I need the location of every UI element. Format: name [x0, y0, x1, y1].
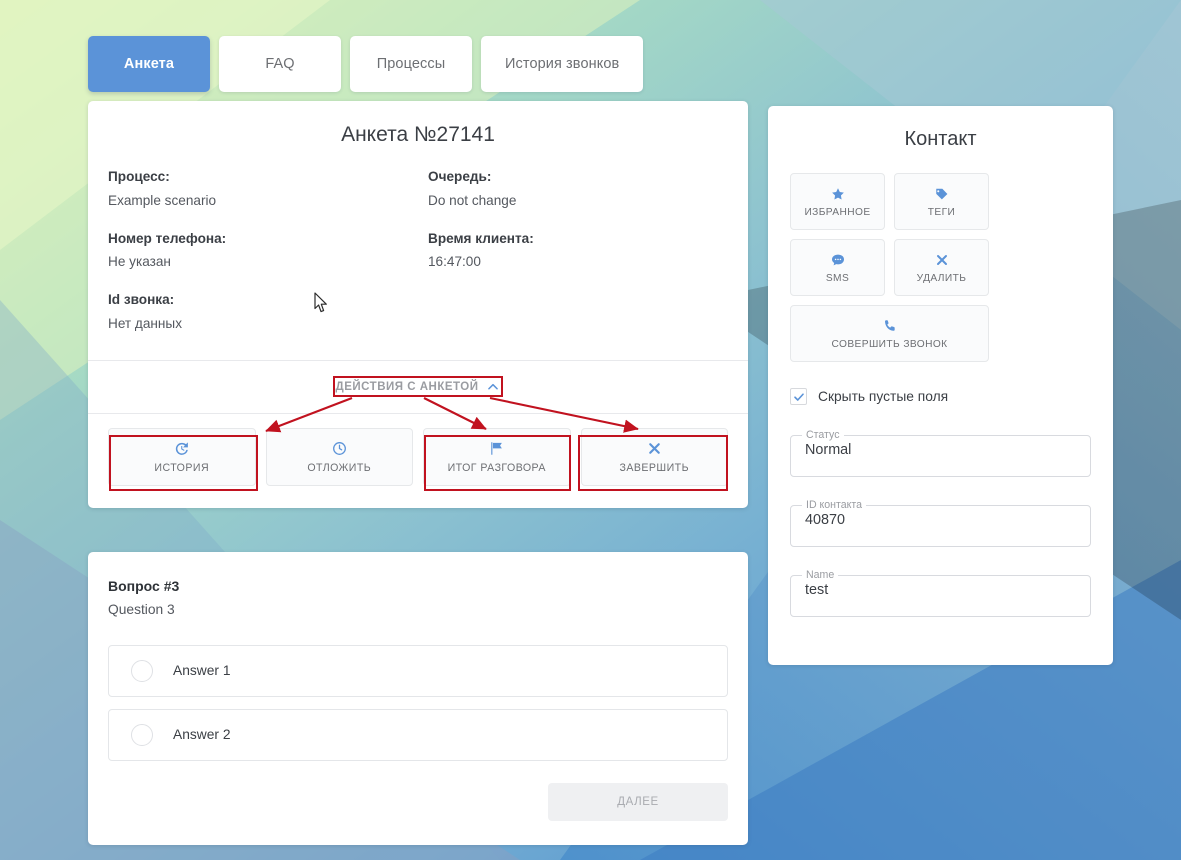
name-fieldset: Name	[790, 569, 1091, 617]
page-root: Анкета FAQ Процессы История звонков Анке…	[0, 0, 1181, 860]
annotation-box-history	[109, 435, 258, 491]
annotation-box-actions-toggle	[333, 376, 503, 397]
annotation-box-call-result	[424, 435, 571, 491]
contact-tags-label: ТЕГИ	[927, 206, 956, 218]
answer-option-1-label: Answer 1	[173, 663, 231, 679]
contact-favorite-button[interactable]: ИЗБРАННОЕ	[790, 173, 885, 230]
next-button[interactable]: ДАЛЕЕ	[548, 782, 728, 821]
info-label: Номер телефона:	[108, 230, 227, 246]
tab-anketa-label: Анкета	[123, 56, 175, 72]
contact-id-field[interactable]: ID контакта 40870	[790, 499, 1091, 547]
contact-tags-button[interactable]: ТЕГИ	[894, 173, 989, 230]
action-postpone-label: ОТЛОЖИТЬ	[307, 461, 372, 474]
tab-faq-label: FAQ	[265, 56, 295, 72]
page-title: Анкета №27141	[341, 123, 495, 146]
info-value: Не указан	[108, 254, 171, 270]
info-label: Время клиента:	[428, 230, 534, 246]
info-item-process: Процесс: Example scenario	[108, 165, 408, 213]
tab-bar: Анкета FAQ Процессы История звонков	[88, 36, 748, 92]
hide-empty-fields-checkbox[interactable]: Скрыть пустые поля	[790, 388, 1091, 405]
checkbox-check-icon	[790, 388, 807, 405]
answer-option-2-label: Answer 2	[173, 727, 231, 743]
tab-faq[interactable]: FAQ	[219, 36, 341, 92]
radio-icon[interactable]	[131, 723, 153, 746]
contact-make-call-label: СОВЕРШИТЬ ЗВОНОК	[831, 338, 948, 350]
contact-action-grid: ИЗБРАННОЕ ТЕГИ SMS УДАЛИТЬ СОВЕРШИТЬ ЗВО…	[790, 173, 1091, 362]
contact-card: Контакт ИЗБРАННОЕ ТЕГИ SMS УДАЛИТЬ СОВЕР…	[768, 106, 1113, 665]
annotation-box-finish	[578, 435, 728, 491]
question-card: Вопрос #3 Question 3 Answer 1 Answer 2 Д…	[88, 551, 748, 845]
contact-title: Контакт	[904, 128, 977, 150]
status-field[interactable]: Статус Normal	[790, 429, 1091, 477]
tab-processes-label: Процессы	[376, 56, 446, 72]
name-field-label: Name	[806, 569, 835, 581]
tag-icon	[934, 186, 950, 202]
contact-id-field-value: 40870	[805, 512, 846, 528]
info-item-phone: Номер телефона: Не указан	[108, 227, 408, 275]
action-postpone-button[interactable]: ОТЛОЖИТЬ	[265, 427, 413, 486]
info-value: Нет данных	[108, 315, 183, 331]
contact-favorite-label: ИЗБРАННОЕ	[804, 206, 871, 218]
contact-delete-button[interactable]: УДАЛИТЬ	[894, 239, 989, 296]
question-footer: ДАЛЕЕ	[108, 782, 728, 821]
tab-call-history-label: История звонков	[505, 56, 620, 72]
speech-bubble-icon	[830, 252, 846, 268]
right-column: Контакт ИЗБРАННОЕ ТЕГИ SMS УДАЛИТЬ СОВЕР…	[768, 106, 1113, 665]
hide-empty-fields-label: Скрыть пустые поля	[818, 389, 949, 404]
info-label: Очередь:	[428, 169, 492, 184]
question-text: Question 3	[108, 601, 175, 617]
info-item-client-time: Время клиента: 16:47:00	[428, 227, 728, 275]
question-number: Вопрос #3	[108, 577, 180, 594]
info-item-call-id: Id звонка: Нет данных	[108, 288, 408, 336]
info-label: Процесс:	[108, 169, 170, 184]
answer-option-2[interactable]: Answer 2	[108, 708, 728, 761]
contact-id-field-label: ID контакта	[806, 499, 863, 511]
name-field-value: test	[805, 582, 829, 598]
status-field-label: Статус	[806, 429, 840, 441]
info-label: Id звонка:	[108, 292, 175, 308]
tab-call-history[interactable]: История звонков	[481, 36, 644, 92]
radio-icon[interactable]	[131, 659, 153, 682]
star-icon	[830, 186, 846, 202]
tab-processes[interactable]: Процессы	[350, 36, 472, 92]
anketa-info-grid: Процесс: Example scenario Очередь: Do no…	[88, 165, 748, 350]
info-item-queue: Очередь: Do not change	[428, 165, 728, 213]
answer-option-1[interactable]: Answer 1	[108, 644, 728, 697]
mouse-cursor	[314, 292, 327, 313]
contact-make-call-button[interactable]: СОВЕРШИТЬ ЗВОНОК	[790, 305, 989, 362]
status-field-value: Normal	[805, 442, 852, 458]
contact-sms-label: SMS	[825, 272, 850, 284]
phone-icon	[882, 318, 898, 334]
name-field[interactable]: Name test	[790, 569, 1091, 617]
info-item-empty	[428, 288, 728, 336]
info-value: 16:47:00	[428, 254, 481, 270]
contact-delete-label: УДАЛИТЬ	[916, 272, 967, 284]
tab-anketa[interactable]: Анкета	[88, 36, 210, 92]
close-x-icon	[934, 252, 950, 268]
clock-icon	[331, 440, 348, 457]
contact-sms-button[interactable]: SMS	[790, 239, 885, 296]
info-value: Do not change	[428, 192, 517, 208]
info-value: Example scenario	[108, 192, 217, 208]
